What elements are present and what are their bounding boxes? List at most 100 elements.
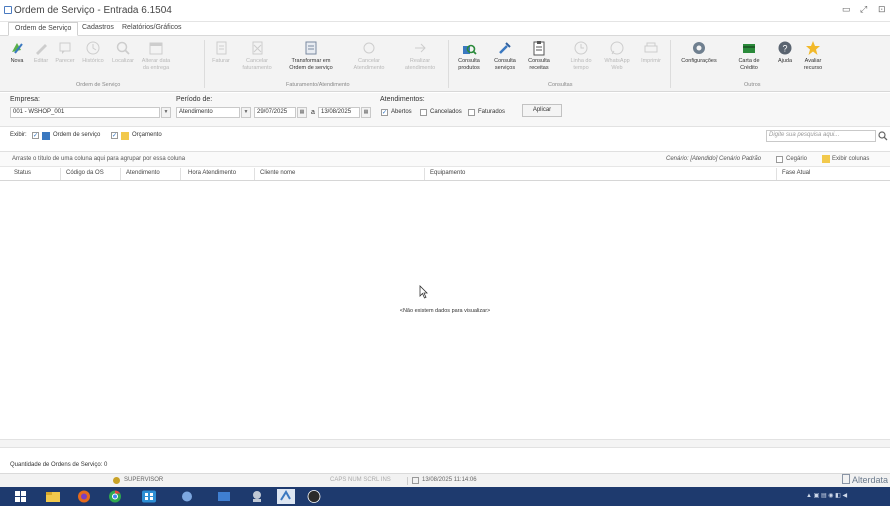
date-from-input[interactable]: 29/07/2025 bbox=[254, 107, 296, 118]
invoiced-label: Faturados bbox=[478, 109, 506, 115]
remote-app-icon[interactable] bbox=[248, 489, 266, 504]
col-separator[interactable] bbox=[180, 168, 181, 180]
file-explorer-icon[interactable] bbox=[44, 489, 62, 504]
invoiced-checkbox[interactable] bbox=[468, 109, 475, 116]
obs-app-icon[interactable] bbox=[305, 489, 323, 504]
tab-relatorios[interactable]: Relatórios/Gráficos bbox=[116, 22, 188, 36]
perform-attendance-button[interactable]: Realizar atendimento bbox=[402, 38, 438, 80]
cegario-label: Cegário bbox=[786, 156, 808, 162]
show-budget-checkbox[interactable]: ✓ bbox=[111, 132, 118, 139]
monitor-app-icon[interactable] bbox=[215, 489, 233, 504]
parecer-button[interactable]: Parecer bbox=[50, 38, 80, 80]
ribbon-toolbar: Nova Editar Parecer Histórico Localizar … bbox=[0, 36, 890, 92]
col-equipment[interactable]: Equipamento bbox=[430, 170, 465, 176]
print-button[interactable]: Imprimir bbox=[636, 38, 666, 80]
status-separator bbox=[407, 477, 408, 485]
comment-icon bbox=[59, 42, 71, 54]
col-attendance-time[interactable]: Hora Atendimento bbox=[188, 170, 236, 176]
grid-header: Status Código da OS Atendimento Hora Ate… bbox=[0, 167, 890, 181]
whatsapp-web-button[interactable]: WhatsApp Web bbox=[602, 38, 632, 80]
col-current-phase[interactable]: Fase Atual bbox=[782, 170, 810, 176]
settings-button[interactable]: Configurações bbox=[676, 38, 722, 80]
windows-start-icon[interactable] bbox=[12, 489, 30, 504]
search-button[interactable]: Localizar bbox=[108, 38, 138, 80]
user-icon bbox=[113, 477, 120, 484]
cancel-invoice-icon bbox=[252, 41, 263, 55]
apply-button[interactable]: Aplicar bbox=[522, 104, 562, 117]
canceled-checkbox[interactable] bbox=[420, 109, 427, 116]
chevron-down-icon: ▼ bbox=[163, 109, 169, 115]
consult-recipes-button[interactable]: Consulta receitas bbox=[524, 38, 554, 80]
canceled-label: Cancelados bbox=[430, 109, 462, 115]
alterdata-app-icon[interactable] bbox=[276, 488, 296, 505]
group-by-panel[interactable]: Arraste o título de uma coluna aqui para… bbox=[0, 151, 890, 167]
show-budget-label: Orçamento bbox=[132, 132, 162, 138]
consult-products-button[interactable]: Consulta produtos bbox=[454, 38, 484, 80]
calendar-icon: ▦ bbox=[299, 109, 305, 115]
transform-icon bbox=[305, 41, 317, 55]
columns-icon bbox=[822, 155, 830, 163]
show-columns-button[interactable]: Exibir colunas bbox=[832, 156, 869, 162]
company-dropdown-button[interactable]: ▼ bbox=[161, 107, 171, 118]
star-icon bbox=[806, 41, 820, 55]
col-os-code[interactable]: Código da OS bbox=[66, 170, 104, 176]
col-status[interactable]: Status bbox=[14, 170, 31, 176]
edit-icon bbox=[36, 44, 47, 55]
firefox-icon[interactable] bbox=[75, 489, 93, 504]
col-separator[interactable] bbox=[776, 168, 777, 180]
search-input[interactable]: Digite sua pesquisa aqui... bbox=[766, 130, 876, 142]
group-label-ordem: Ordem de Serviço bbox=[76, 82, 121, 88]
filter-panel: Empresa: 001 - WSHOP_001 ▼ Período de: A… bbox=[0, 93, 890, 127]
moon-app-icon[interactable] bbox=[178, 489, 196, 504]
tab-cadastros[interactable]: Cadastros bbox=[76, 22, 120, 36]
grid-body[interactable]: <Não existem dados para visualizar> bbox=[0, 181, 890, 439]
date-to-input[interactable]: 13/08/2025 bbox=[318, 107, 360, 118]
chevron-down-icon: ▼ bbox=[243, 109, 249, 115]
date-to-picker[interactable]: ▦ bbox=[361, 107, 371, 118]
period-type-select[interactable]: Atendimento bbox=[176, 107, 240, 118]
brand-name: Alterdata bbox=[852, 475, 889, 485]
chrome-icon[interactable] bbox=[106, 489, 124, 504]
date-from-picker[interactable]: ▦ bbox=[297, 107, 307, 118]
change-delivery-date-button[interactable]: Alterar data da entrega bbox=[138, 38, 174, 80]
credit-letter-button[interactable]: Carta de Crédito bbox=[732, 38, 766, 80]
open-checkbox[interactable]: ✓ bbox=[381, 109, 388, 116]
invoice-button[interactable]: Faturar bbox=[206, 38, 236, 80]
display-options: Exibir: ✓ Ordem de serviço ✓ Orçamento D… bbox=[0, 129, 890, 143]
perform-attendance-icon bbox=[415, 43, 426, 53]
col-separator[interactable] bbox=[120, 168, 121, 180]
col-separator[interactable] bbox=[254, 168, 255, 180]
gear-icon bbox=[693, 42, 705, 54]
transform-os-button[interactable]: Transformar em Ordem de serviço bbox=[286, 38, 336, 80]
group-separator bbox=[448, 40, 449, 88]
company-select[interactable]: 001 - WSHOP_001 bbox=[10, 107, 160, 118]
attendances-label: Atendimentos: bbox=[380, 96, 425, 103]
col-client-name[interactable]: Cliente nome bbox=[260, 170, 295, 176]
col-separator[interactable] bbox=[60, 168, 61, 180]
status-keys: CAPS NUM SCRL INS bbox=[330, 477, 391, 483]
help-button[interactable]: ? Ajuda bbox=[770, 38, 800, 80]
scenario-label[interactable]: Cenário: [Atendido] Cenário Padrão bbox=[666, 156, 761, 162]
cegario-checkbox[interactable] bbox=[776, 156, 783, 163]
grid-app-icon[interactable] bbox=[140, 489, 158, 504]
system-tray[interactable]: ▲ ▣ ▤ ◉ ◧ ◀ bbox=[806, 492, 847, 499]
cancel-invoice-button[interactable]: Cancelar faturamento bbox=[240, 38, 274, 80]
minimize-button[interactable]: ▭ bbox=[842, 4, 851, 15]
count-row: Quantidade de Ordens de Serviço: 0 bbox=[0, 460, 890, 472]
col-separator[interactable] bbox=[424, 168, 425, 180]
evaluate-feature-button[interactable]: Avaliar recurso bbox=[798, 38, 828, 80]
credit-card-icon bbox=[743, 44, 755, 53]
col-attendance[interactable]: Atendimento bbox=[126, 170, 160, 176]
tab-ordem-servico[interactable]: Ordem de Serviço bbox=[8, 22, 79, 36]
period-dropdown-button[interactable]: ▼ bbox=[241, 107, 251, 118]
restore-button[interactable]: ⤢ bbox=[860, 4, 867, 15]
consult-services-button[interactable]: Consulta serviços bbox=[490, 38, 520, 80]
new-icon bbox=[12, 43, 23, 54]
horizontal-scrollbar[interactable] bbox=[0, 439, 890, 448]
close-button[interactable]: ⊡ bbox=[878, 4, 886, 15]
search-icon[interactable] bbox=[878, 131, 888, 141]
show-os-checkbox[interactable]: ✓ bbox=[32, 132, 39, 139]
timeline-button[interactable]: Linha do tempo bbox=[566, 38, 596, 80]
cancel-attendance-button[interactable]: Cancelar Atendimento bbox=[352, 38, 386, 80]
history-button[interactable]: Histórico bbox=[78, 38, 108, 80]
